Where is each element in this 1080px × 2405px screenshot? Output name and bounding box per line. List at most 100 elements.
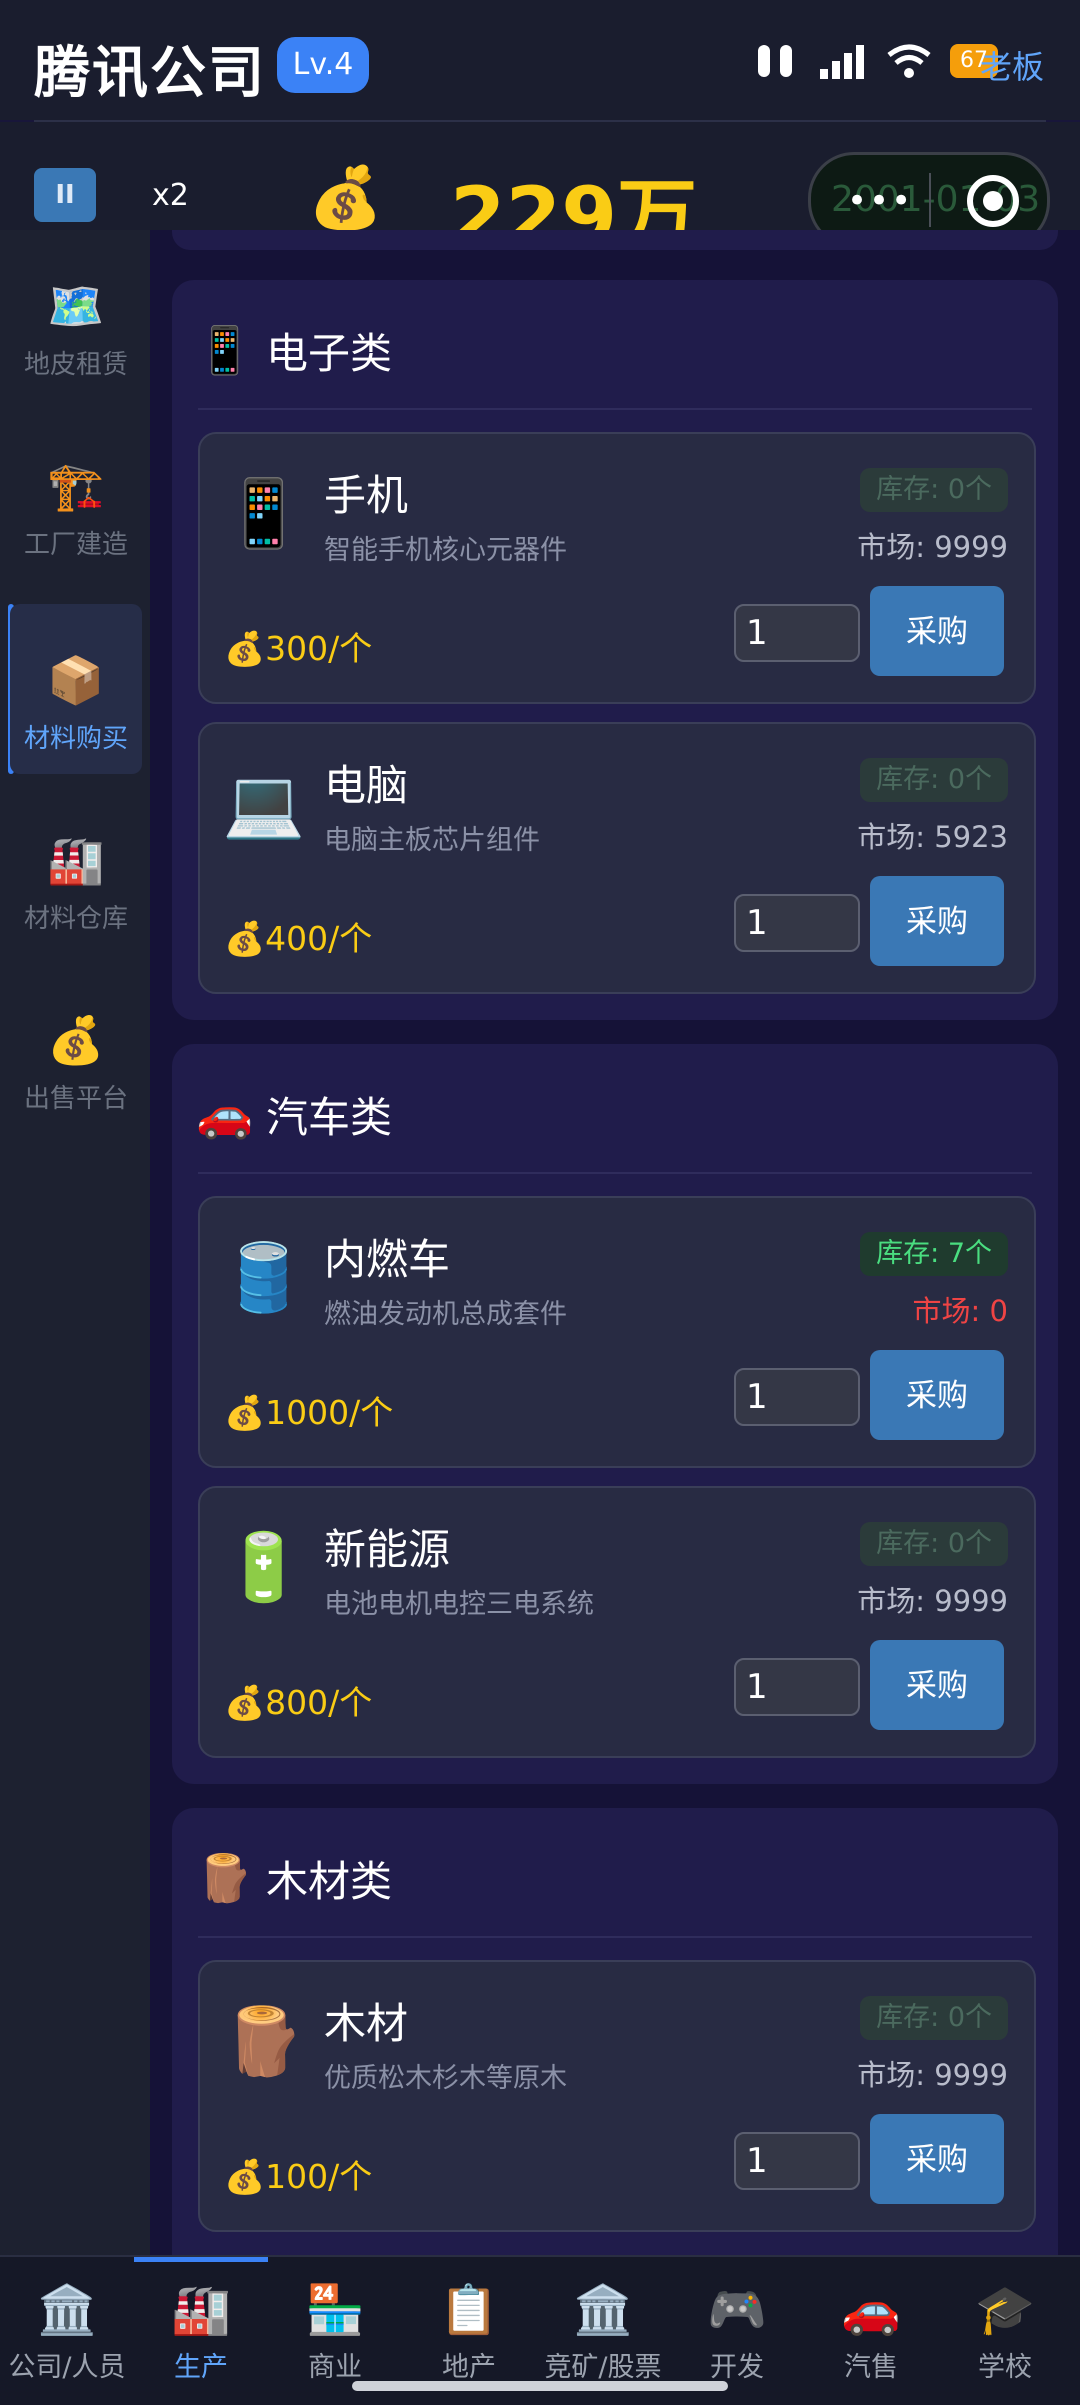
- unit-price: 💰300/个: [224, 629, 373, 668]
- bank-icon: 🏛️: [37, 2282, 97, 2338]
- quantity-input[interactable]: [734, 894, 860, 952]
- game-toolbar: II x2 💰 229万 2001-01-03 •••: [0, 122, 1080, 263]
- unit-price: 💰100/个: [224, 2157, 373, 2196]
- material-card-phone: 📱 手机 智能手机核心元器件 库存: 0个 市场: 9999 💰300/个 采购: [198, 432, 1036, 704]
- material-name: 电脑: [324, 761, 409, 810]
- material-card-computer: 💻 电脑 电脑主板芯片组件 库存: 0个 市场: 5923 💰400/个 采购: [198, 722, 1036, 994]
- sidebar-item-material-warehouse[interactable]: 🏭 材料仓库: [10, 784, 142, 954]
- material-name: 内燃车: [324, 1235, 451, 1284]
- market-count: 市场: 0: [912, 1294, 1008, 1328]
- nav-item-school[interactable]: 🎓 学校: [938, 2257, 1072, 2405]
- gamepad-icon: 🎮: [707, 2282, 767, 2338]
- pause-button[interactable]: II: [34, 168, 96, 222]
- material-name: 木材: [324, 1999, 409, 2048]
- boss-button[interactable]: 老板: [980, 42, 1044, 88]
- clipboard-icon: 📋: [439, 2282, 499, 2338]
- nav-item-label: 生产: [174, 2352, 228, 2383]
- nav-item-production[interactable]: 🏭 生产: [134, 2257, 268, 2405]
- material-description: 优质松木杉木等原木: [324, 2063, 567, 2094]
- material-description: 电池电机电控三电系统: [324, 1589, 594, 1620]
- log-icon: 🪵: [222, 2003, 306, 2080]
- factory-icon: 🏭: [171, 2282, 231, 2338]
- section-header: 🚗 汽车类: [196, 1084, 392, 1144]
- car-icon: 🚗: [841, 2282, 901, 2338]
- signal-icon: [820, 45, 864, 79]
- battery-icon: 🔋: [222, 1529, 306, 1606]
- market-count: 市场: 9999: [857, 530, 1008, 564]
- capsule-divider: [929, 173, 931, 227]
- section-divider: [198, 1172, 1032, 1174]
- graduation-cap-icon: 🎓: [975, 2282, 1035, 2338]
- speed-toggle[interactable]: x2: [152, 178, 189, 213]
- company-name: 腾讯公司: [34, 41, 266, 106]
- phone-icon: 📱: [222, 475, 306, 552]
- sidebar-item-land-lease[interactable]: 🗺️ 地皮租赁: [10, 230, 142, 400]
- section-divider: [198, 408, 1032, 410]
- nav-item-car-sales[interactable]: 🚗 汽售: [804, 2257, 938, 2405]
- stock-badge: 库存: 0个: [860, 468, 1008, 512]
- purchase-button[interactable]: 采购: [870, 2114, 1004, 2204]
- earbuds-icon: [758, 45, 792, 77]
- purchase-button[interactable]: 采购: [870, 586, 1004, 676]
- factory-icon: 🏭: [47, 833, 105, 887]
- sidebar-item-sales-platform[interactable]: 💰 出售平台: [10, 964, 142, 1134]
- log-icon: 🪵: [196, 1850, 254, 1905]
- purchase-button[interactable]: 采购: [870, 1350, 1004, 1440]
- sidebar-item-label: 材料仓库: [23, 904, 128, 934]
- sidebar-item-label: 工厂建造: [23, 530, 128, 560]
- sidebar-item-label: 出售平台: [23, 1084, 128, 1114]
- section-divider: [198, 1936, 1032, 1938]
- nav-item-company[interactable]: 🏛️ 公司/人员: [0, 2257, 134, 2405]
- material-card-combustion-car: 🛢️ 内燃车 燃油发动机总成套件 库存: 7个 市场: 0 💰1000/个 采购: [198, 1196, 1036, 1468]
- money-bag-icon: 💰: [308, 163, 383, 233]
- market-count: 市场: 9999: [857, 1584, 1008, 1618]
- store-icon: 🏪: [305, 2282, 365, 2338]
- map-icon: 🗺️: [47, 279, 105, 333]
- material-card-wood: 🪵 木材 优质松木杉木等原木 库存: 0个 市场: 9999 💰100/个 采购: [198, 1960, 1036, 2232]
- material-description: 电脑主板芯片组件: [324, 825, 540, 856]
- nav-item-label: 商业: [308, 2352, 362, 2383]
- sidebar-item-material-purchase[interactable]: 📦 材料购买: [10, 604, 142, 774]
- sidebar: 🗺️ 地皮租赁 🏗️ 工厂建造 📦 材料购买 🏭 材料仓库 💰 出售平台: [0, 230, 150, 2255]
- exchange-icon: 🏛️: [573, 2282, 633, 2338]
- quantity-input[interactable]: [734, 604, 860, 662]
- close-capsule-icon[interactable]: [967, 175, 1019, 227]
- home-indicator[interactable]: [352, 2381, 728, 2391]
- unit-price: 💰1000/个: [224, 1393, 394, 1432]
- stock-badge: 库存: 0个: [860, 1522, 1008, 1566]
- purchase-button[interactable]: 采购: [870, 1640, 1004, 1730]
- app-header: 腾讯公司 Lv.4 67 老板: [0, 0, 1080, 120]
- nav-item-label: 公司/人员: [8, 2352, 126, 2383]
- section-title: 汽车类: [266, 1092, 393, 1142]
- stock-badge: 库存: 7个: [860, 1232, 1008, 1276]
- phone-icon: 📱: [196, 322, 254, 377]
- package-icon: 📦: [47, 653, 105, 707]
- quantity-input[interactable]: [734, 1368, 860, 1426]
- nav-item-label: 地产: [442, 2352, 496, 2383]
- nav-item-label: 学校: [978, 2352, 1032, 2383]
- stock-badge: 库存: 0个: [860, 1996, 1008, 2040]
- unit-price: 💰800/个: [224, 1683, 373, 1722]
- section-card-tail: [172, 230, 1058, 250]
- nav-item-label: 汽售: [844, 2352, 898, 2383]
- sidebar-item-label: 地皮租赁: [23, 350, 128, 380]
- material-description: 燃油发动机总成套件: [324, 1299, 567, 1330]
- section-header: 📱 电子类: [196, 320, 392, 380]
- section-electronics: 📱 电子类 📱 手机 智能手机核心元器件 库存: 0个 市场: 9999 💰30…: [172, 280, 1058, 1020]
- more-icon[interactable]: •••: [847, 181, 913, 221]
- sidebar-item-label: 材料购买: [23, 724, 128, 754]
- car-icon: 🚗: [196, 1086, 254, 1141]
- material-card-new-energy: 🔋 新能源 电池电机电控三电系统 库存: 0个 市场: 9999 💰800/个 …: [198, 1486, 1036, 1758]
- quantity-input[interactable]: [734, 2132, 860, 2190]
- section-header: 🪵 木材类: [196, 1848, 392, 1908]
- stock-badge: 库存: 0个: [860, 758, 1008, 802]
- sidebar-item-factory-build[interactable]: 🏗️ 工厂建造: [10, 410, 142, 580]
- status-icons: 67: [752, 36, 998, 86]
- material-list[interactable]: 📱 电子类 📱 手机 智能手机核心元器件 库存: 0个 市场: 9999 💰30…: [150, 230, 1080, 2255]
- section-wood: 🪵 木材类 🪵 木材 优质松木杉木等原木 库存: 0个 市场: 9999 💰10…: [172, 1808, 1058, 2255]
- purchase-button[interactable]: 采购: [870, 876, 1004, 966]
- quantity-input[interactable]: [734, 1658, 860, 1716]
- section-title: 木材类: [266, 1856, 393, 1906]
- material-name: 新能源: [324, 1525, 451, 1574]
- computer-icon: 💻: [222, 765, 306, 842]
